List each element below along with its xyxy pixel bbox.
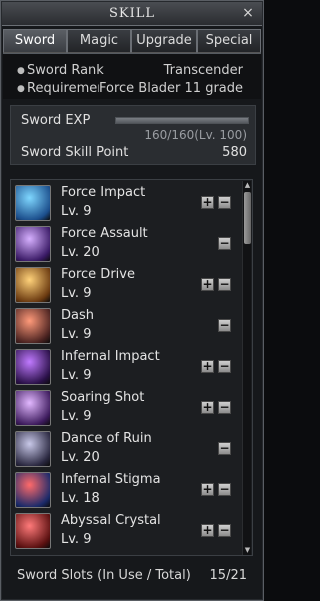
skill-minus-button[interactable]: −: [218, 442, 231, 455]
sword-rank-row: ● Sword Rank Transcender: [3, 63, 261, 81]
force-drive-icon[interactable]: [15, 267, 51, 303]
tab-sword[interactable]: Sword: [3, 29, 67, 53]
skill-minus-button[interactable]: −: [218, 360, 231, 373]
sword-exp-bar: [115, 117, 249, 124]
skill-row-dance-of-ruin[interactable]: Dance of Ruin Lv. 20 −: [13, 428, 241, 469]
skill-name: Infernal Stigma: [61, 472, 161, 487]
skill-name: Force Drive: [61, 267, 135, 282]
skill-window: SKILL × Sword Magic Upgrade Special ● Sw…: [0, 0, 264, 601]
skill-plus-button[interactable]: +: [201, 196, 214, 209]
close-icon[interactable]: ×: [240, 5, 256, 21]
skill-minus-button[interactable]: −: [218, 524, 231, 537]
window-title: SKILL: [108, 6, 156, 21]
tab-bar: Sword Magic Upgrade Special: [3, 29, 261, 53]
scroll-down-icon[interactable]: ▼: [243, 546, 252, 555]
skill-plus-button[interactable]: +: [201, 483, 214, 496]
skill-name: Force Impact: [61, 185, 146, 200]
skill-level: Lv. 9: [61, 286, 92, 301]
skill-minus-button[interactable]: −: [218, 278, 231, 291]
skill-row-soaring-shot[interactable]: Soaring Shot Lv. 9 + −: [13, 387, 241, 428]
soaring-shot-icon[interactable]: [15, 390, 51, 426]
sword-skill-point-value: 580: [222, 145, 247, 160]
sword-exp-bar-fill: [116, 118, 248, 123]
tab-magic[interactable]: Magic: [67, 29, 131, 53]
skill-name: Dash: [61, 308, 94, 323]
dance-of-ruin-icon[interactable]: [15, 431, 51, 467]
skill-level: Lv. 18: [61, 491, 100, 506]
sword-exp-label: Sword EXP: [21, 113, 91, 128]
skill-row-force-assault[interactable]: Force Assault Lv. 20 −: [13, 223, 241, 264]
tab-upgrade[interactable]: Upgrade: [131, 29, 197, 53]
sword-slots-value: 15/21: [209, 568, 247, 583]
sword-skill-point-label: Sword Skill Point: [21, 145, 129, 160]
rank-info: ● Sword Rank Transcender ● Requiremen Fo…: [3, 53, 261, 99]
skill-minus-button[interactable]: −: [218, 401, 231, 414]
tab-special[interactable]: Special: [197, 29, 261, 53]
skill-plus-button[interactable]: +: [201, 401, 214, 414]
skill-row-force-impact[interactable]: Force Impact Lv. 9 + −: [13, 182, 241, 223]
sword-exp-value: 160/160(Lv. 100): [144, 128, 247, 142]
requirement-row: ● Requiremen Force Blader 11 grade: [3, 81, 261, 99]
skill-row-infernal-stigma[interactable]: Infernal Stigma Lv. 18 + −: [13, 469, 241, 510]
force-impact-icon[interactable]: [15, 185, 51, 221]
skill-level: Lv. 9: [61, 327, 92, 342]
skill-name: Force Assault: [61, 226, 148, 241]
skill-minus-button[interactable]: −: [218, 237, 231, 250]
bullet-icon: ●: [17, 66, 25, 76]
requirement-value: Force Blader 11 grade: [99, 81, 244, 96]
sword-rank-value: Transcender: [163, 63, 243, 78]
infernal-impact-icon[interactable]: [15, 349, 51, 385]
skill-list: Force Impact Lv. 9 + − Force Assault Lv.…: [10, 179, 253, 556]
skill-name: Dance of Ruin: [61, 431, 152, 446]
skill-level: Lv. 20: [61, 245, 100, 260]
skill-plus-button[interactable]: +: [201, 278, 214, 291]
infernal-stigma-icon[interactable]: [15, 472, 51, 508]
skill-row-abyssal-crystal[interactable]: Abyssal Crystal Lv. 9 + −: [13, 510, 241, 551]
skill-level: Lv. 9: [61, 204, 92, 219]
bullet-icon: ●: [17, 84, 25, 94]
skill-plus-button[interactable]: +: [201, 360, 214, 373]
skill-name: Abyssal Crystal: [61, 513, 161, 528]
sword-slots-label: Sword Slots (In Use / Total): [17, 568, 191, 583]
title-bar[interactable]: SKILL ×: [2, 2, 262, 26]
skill-minus-button[interactable]: −: [218, 483, 231, 496]
sword-exp-panel: Sword EXP 160/160(Lv. 100) Sword Skill P…: [10, 105, 256, 165]
sword-rank-label: Sword Rank: [27, 63, 104, 78]
skill-minus-button[interactable]: −: [218, 319, 231, 332]
scroll-up-icon[interactable]: ▲: [243, 181, 252, 190]
skill-level: Lv. 20: [61, 450, 100, 465]
abyssal-crystal-icon[interactable]: [15, 513, 51, 549]
skill-minus-button[interactable]: −: [218, 196, 231, 209]
force-assault-icon[interactable]: [15, 226, 51, 262]
skill-name: Soaring Shot: [61, 390, 145, 405]
scroll-thumb[interactable]: [244, 192, 251, 244]
skill-row-dash[interactable]: Dash Lv. 9 −: [13, 305, 241, 346]
skill-name: Infernal Impact: [61, 349, 160, 364]
skill-row-force-drive[interactable]: Force Drive Lv. 9 + −: [13, 264, 241, 305]
skill-list-scrollbar[interactable]: ▲ ▼: [242, 181, 251, 555]
skill-plus-button[interactable]: +: [201, 524, 214, 537]
skill-level: Lv. 9: [61, 409, 92, 424]
skill-level: Lv. 9: [61, 368, 92, 383]
requirement-label: Requiremen: [27, 81, 99, 96]
skill-level: Lv. 9: [61, 532, 92, 547]
dash-icon[interactable]: [15, 308, 51, 344]
skill-row-infernal-impact[interactable]: Infernal Impact Lv. 9 + −: [13, 346, 241, 387]
